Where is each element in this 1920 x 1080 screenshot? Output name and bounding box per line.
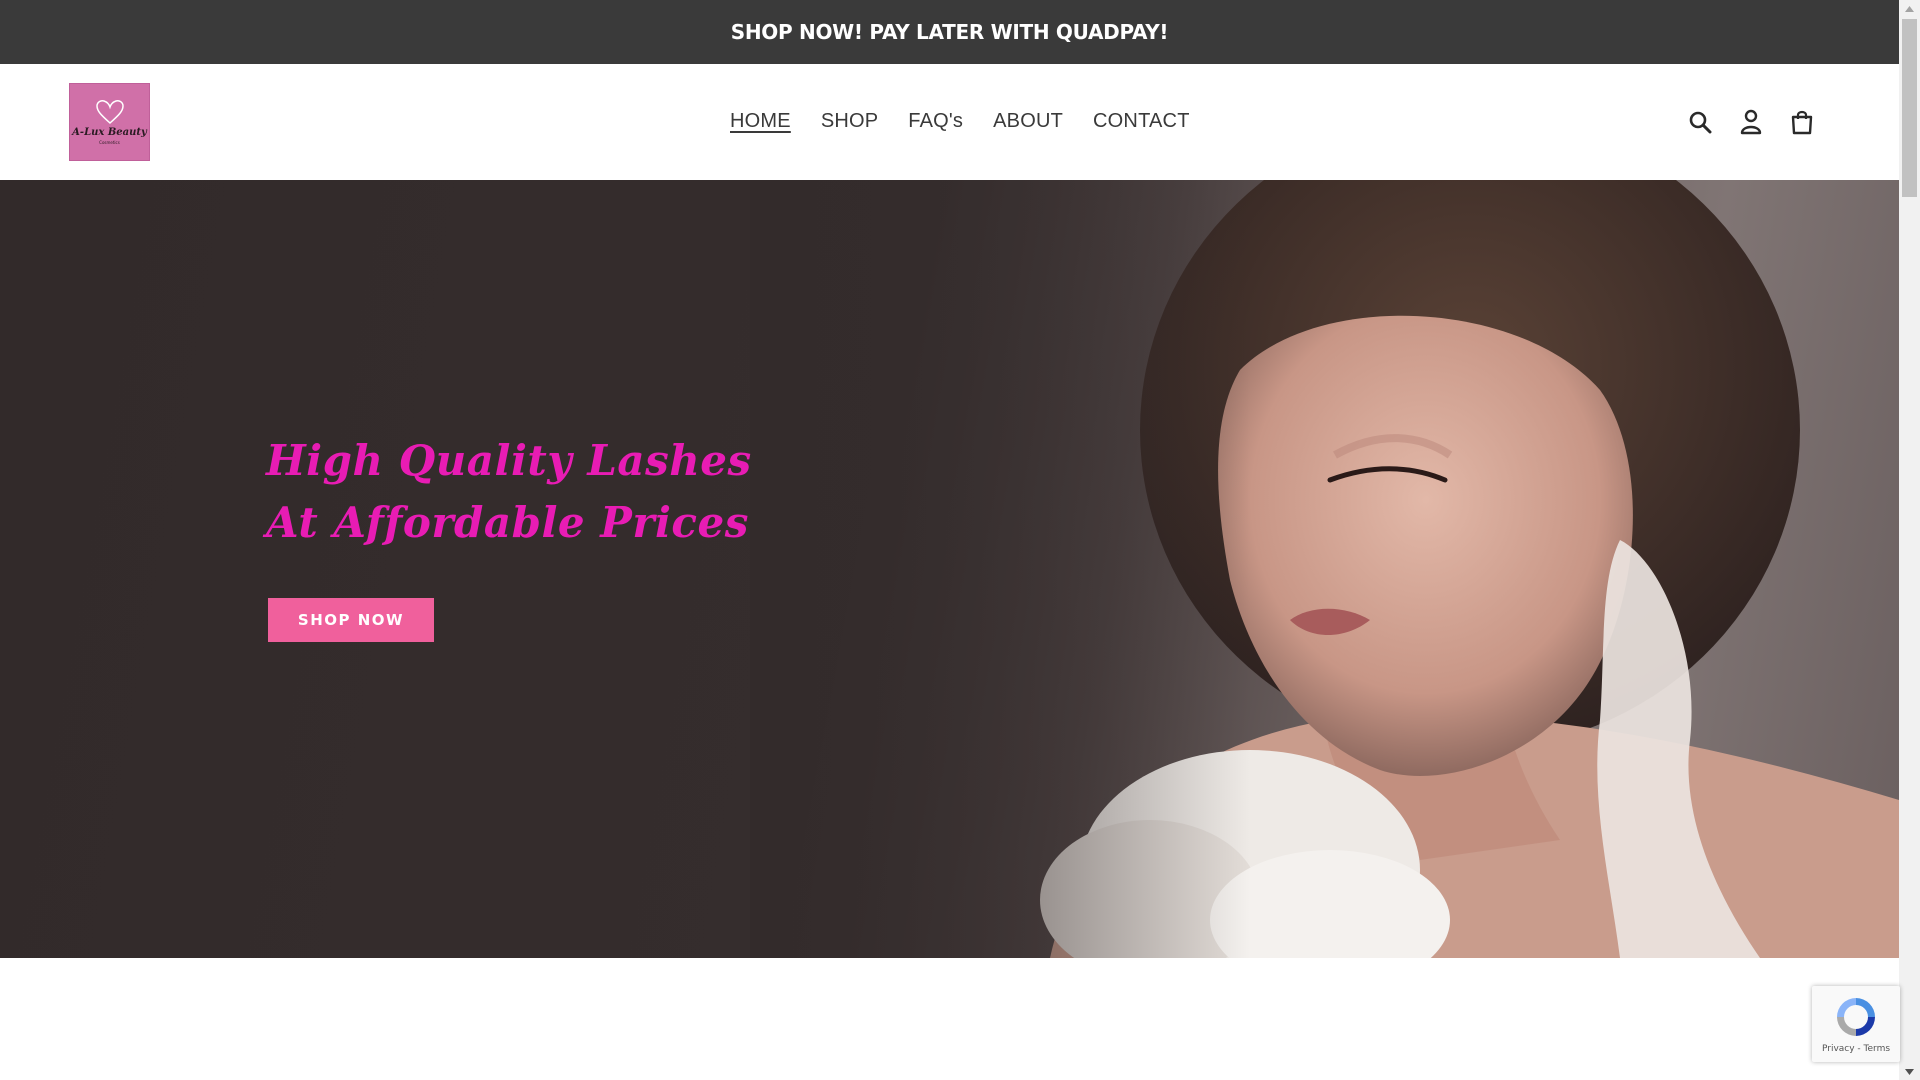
nav-item-home[interactable]: HOME <box>730 110 791 133</box>
cart-icon[interactable] <box>1788 108 1816 136</box>
recaptcha-logo-icon <box>1837 998 1875 1036</box>
hero-heading: High Quality Lashes At Affordable Prices <box>266 430 866 554</box>
heart-icon <box>95 100 124 125</box>
announcement-text: SHOP NOW! PAY LATER WITH QUADPAY! <box>730 20 1169 44</box>
shop-now-button[interactable]: SHOP NOW <box>268 598 434 642</box>
site-logo[interactable]: A-Lux Beauty Cosmetics <box>69 83 150 161</box>
logo-subtitle: Cosmetics <box>99 140 120 145</box>
nav-item-contact[interactable]: CONTACT <box>1093 110 1190 133</box>
hero-heading-line-2: At Affordable Prices <box>266 498 749 547</box>
hero-heading-line-1: High Quality Lashes <box>266 436 752 485</box>
recaptcha-badge[interactable]: Privacy - Terms <box>1812 986 1900 1062</box>
nav-item-faqs[interactable]: FAQ's <box>908 110 963 133</box>
main-navigation: HOME SHOP FAQ's ABOUT CONTACT <box>730 110 1190 133</box>
header-actions <box>1686 108 1816 136</box>
search-icon[interactable] <box>1686 108 1714 136</box>
hero-model-image <box>750 180 1899 958</box>
scroll-up-arrow-icon[interactable] <box>1899 0 1920 17</box>
nav-item-shop[interactable]: SHOP <box>821 110 878 133</box>
scroll-down-arrow-icon[interactable] <box>1899 1063 1920 1080</box>
logo-brand-name: A-Lux Beauty <box>72 127 147 138</box>
announcement-bar: SHOP NOW! PAY LATER WITH QUADPAY! <box>0 0 1899 64</box>
page-scrollbar[interactable] <box>1899 0 1920 1080</box>
site-header: A-Lux Beauty Cosmetics HOME SHOP FAQ's A… <box>0 64 1899 180</box>
hero-banner: High Quality Lashes At Affordable Prices… <box>0 180 1899 958</box>
account-icon[interactable] <box>1737 108 1765 136</box>
nav-item-about[interactable]: ABOUT <box>993 110 1063 133</box>
scrollbar-thumb[interactable] <box>1902 19 1917 197</box>
recaptcha-privacy-terms[interactable]: Privacy - Terms <box>1822 1044 1890 1054</box>
